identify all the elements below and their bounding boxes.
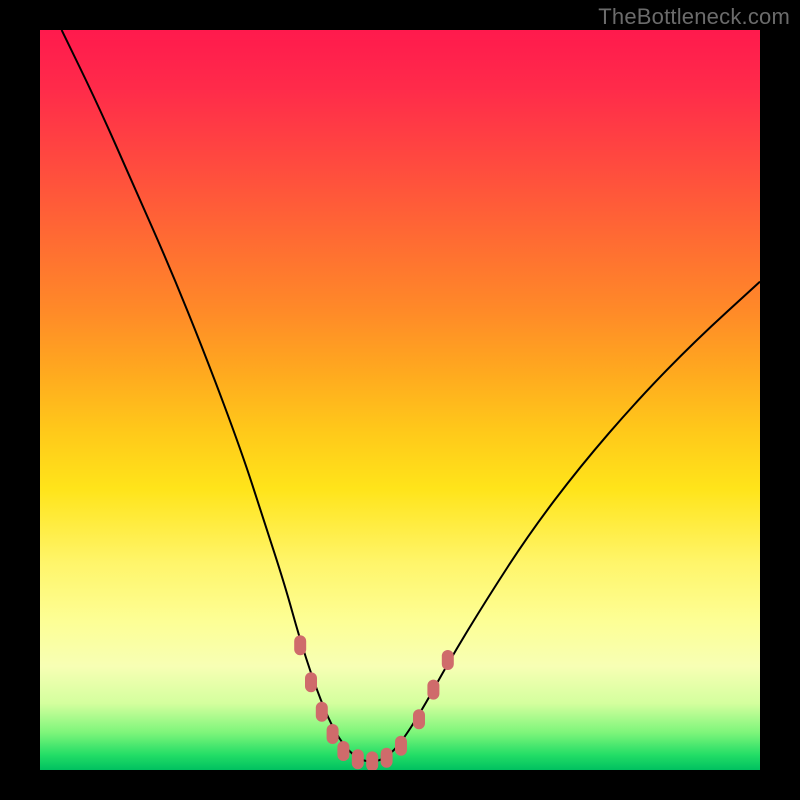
bottom-4 [381, 748, 393, 768]
bottom-2 [352, 749, 364, 769]
left-dash-3 [316, 702, 328, 722]
chart-container: TheBottleneck.com [0, 0, 800, 800]
curve-layer [40, 30, 760, 770]
bottom-1 [337, 741, 349, 761]
bottleneck-curve [62, 30, 760, 762]
bottom-3 [366, 751, 378, 770]
plot-area [40, 30, 760, 770]
bottom-5 [395, 736, 407, 756]
watermark-text: TheBottleneck.com [598, 4, 790, 30]
left-dash-1 [294, 635, 306, 655]
left-dash-4 [327, 724, 339, 744]
right-dash-2 [427, 680, 439, 700]
right-dash-1 [413, 709, 425, 729]
right-dash-3 [442, 650, 454, 670]
marker-group [294, 635, 454, 770]
left-dash-2 [305, 672, 317, 692]
